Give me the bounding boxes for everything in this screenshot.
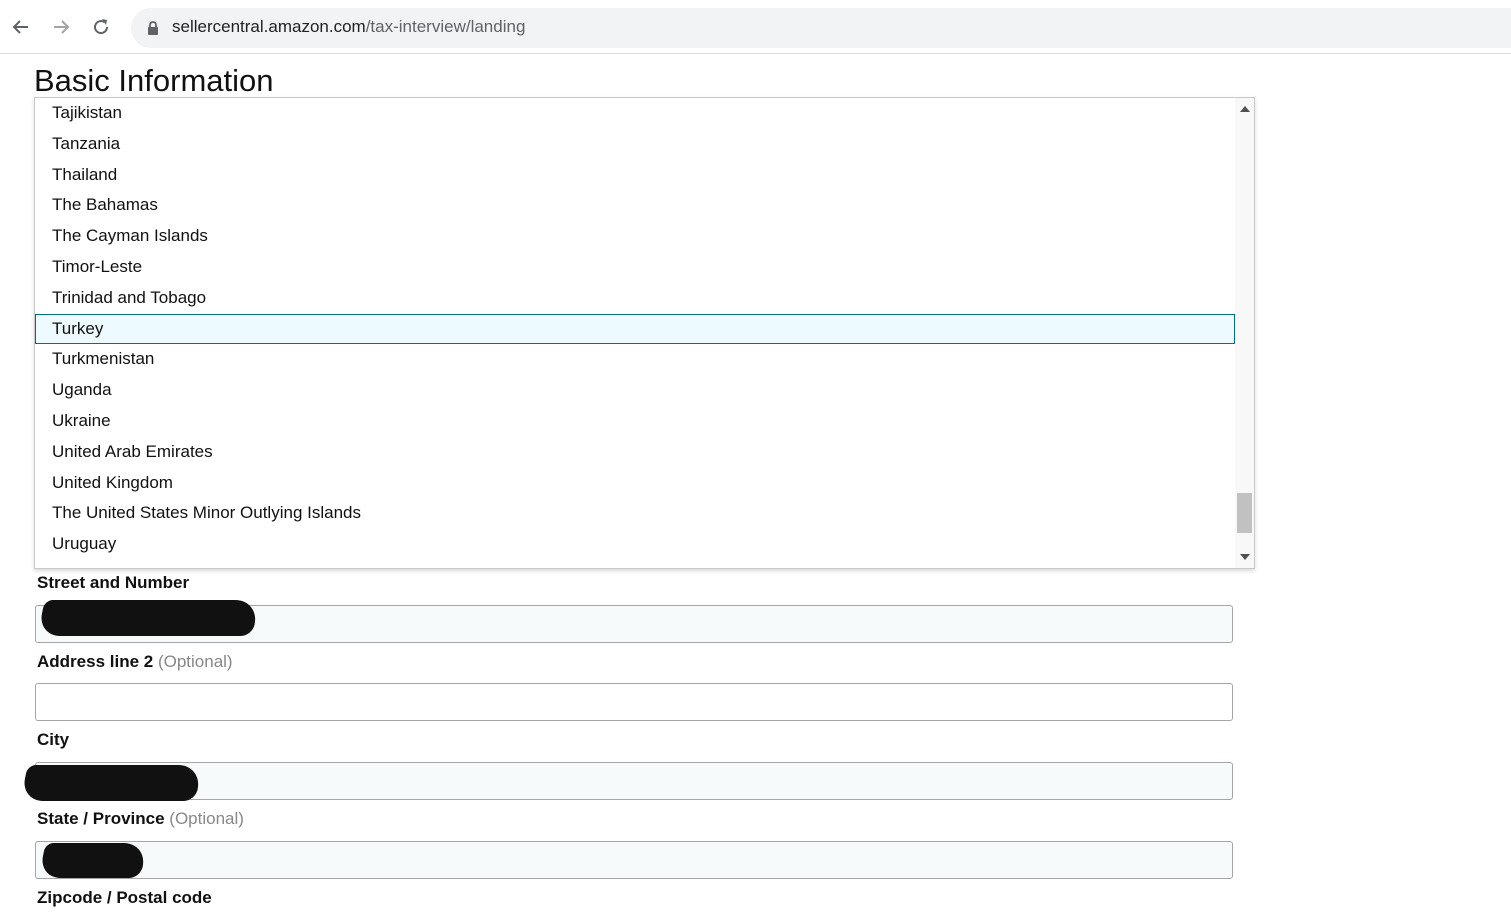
address2-label: Address line 2 (Optional)	[37, 652, 233, 672]
country-options: Tajikistan Tanzania Thailand The Bahamas…	[35, 98, 1235, 560]
country-option-thailand[interactable]: Thailand	[35, 160, 1235, 191]
scroll-down-arrow-icon[interactable]	[1240, 554, 1250, 560]
country-option-ukraine[interactable]: Ukraine	[35, 406, 1235, 437]
reload-button[interactable]	[87, 13, 115, 41]
city-input[interactable]	[20, 762, 1233, 801]
country-option-tajikistan[interactable]: Tajikistan	[35, 98, 1235, 129]
zipcode-label: Zipcode / Postal code	[37, 888, 212, 907]
arrow-left-icon	[12, 20, 28, 34]
city-label: City	[37, 730, 70, 749]
country-option-uae[interactable]: United Arab Emirates	[35, 437, 1235, 468]
country-option-turkmenistan[interactable]: Turkmenistan	[35, 344, 1235, 375]
dropdown-scrollbar[interactable]	[1235, 98, 1254, 568]
country-option-cayman-islands[interactable]: The Cayman Islands	[35, 221, 1235, 252]
redaction-mark	[37, 600, 260, 636]
country-option-us-minor-islands[interactable]: The United States Minor Outlying Islands	[35, 498, 1235, 529]
country-option-uruguay[interactable]: Uruguay	[35, 529, 1235, 560]
street-label: Street and Number	[37, 573, 190, 592]
address2-input[interactable]	[35, 683, 1233, 721]
address2-label-text: Address line 2	[37, 652, 154, 671]
state-input[interactable]	[35, 841, 1233, 879]
arrow-right-icon	[54, 20, 70, 34]
address-bar[interactable]: sellercentral.amazon.com/tax-interview/l…	[131, 8, 1511, 48]
redaction-mark	[38, 843, 148, 878]
address2-optional-hint: (Optional)	[157, 652, 233, 671]
country-dropdown-list[interactable]: Tajikistan Tanzania Thailand The Bahamas…	[34, 97, 1255, 569]
url-path: /tax-interview/landing	[365, 17, 526, 36]
country-option-uganda[interactable]: Uganda	[35, 375, 1235, 406]
lock-icon	[148, 21, 158, 35]
forward-button[interactable]	[47, 13, 75, 41]
scroll-up-arrow-icon[interactable]	[1240, 106, 1250, 112]
street-input[interactable]	[35, 600, 1233, 643]
page-title: Basic Information	[34, 63, 274, 98]
country-option-trinidad-tobago[interactable]: Trinidad and Tobago	[35, 283, 1235, 314]
state-label: State / Province (Optional)	[37, 809, 244, 829]
country-option-turkey-selected[interactable]: Turkey	[35, 313, 1235, 345]
browser-toolbar: sellercentral.amazon.com/tax-interview/l…	[0, 0, 1511, 54]
country-option-tanzania[interactable]: Tanzania	[35, 129, 1235, 160]
country-option-the-bahamas[interactable]: The Bahamas	[35, 190, 1235, 221]
url-host: sellercentral.amazon.com	[172, 17, 366, 36]
back-button[interactable]	[7, 13, 35, 41]
country-option-timor-leste[interactable]: Timor-Leste	[35, 252, 1235, 283]
country-option-united-kingdom[interactable]: United Kingdom	[35, 468, 1235, 499]
reload-icon	[94, 19, 109, 35]
redaction-mark	[20, 765, 203, 801]
state-label-text: State / Province	[37, 809, 165, 828]
url-text: sellercentral.amazon.com/tax-interview/l…	[172, 17, 525, 37]
scrollbar-thumb[interactable]	[1237, 493, 1252, 533]
state-optional-hint: (Optional)	[169, 809, 244, 828]
